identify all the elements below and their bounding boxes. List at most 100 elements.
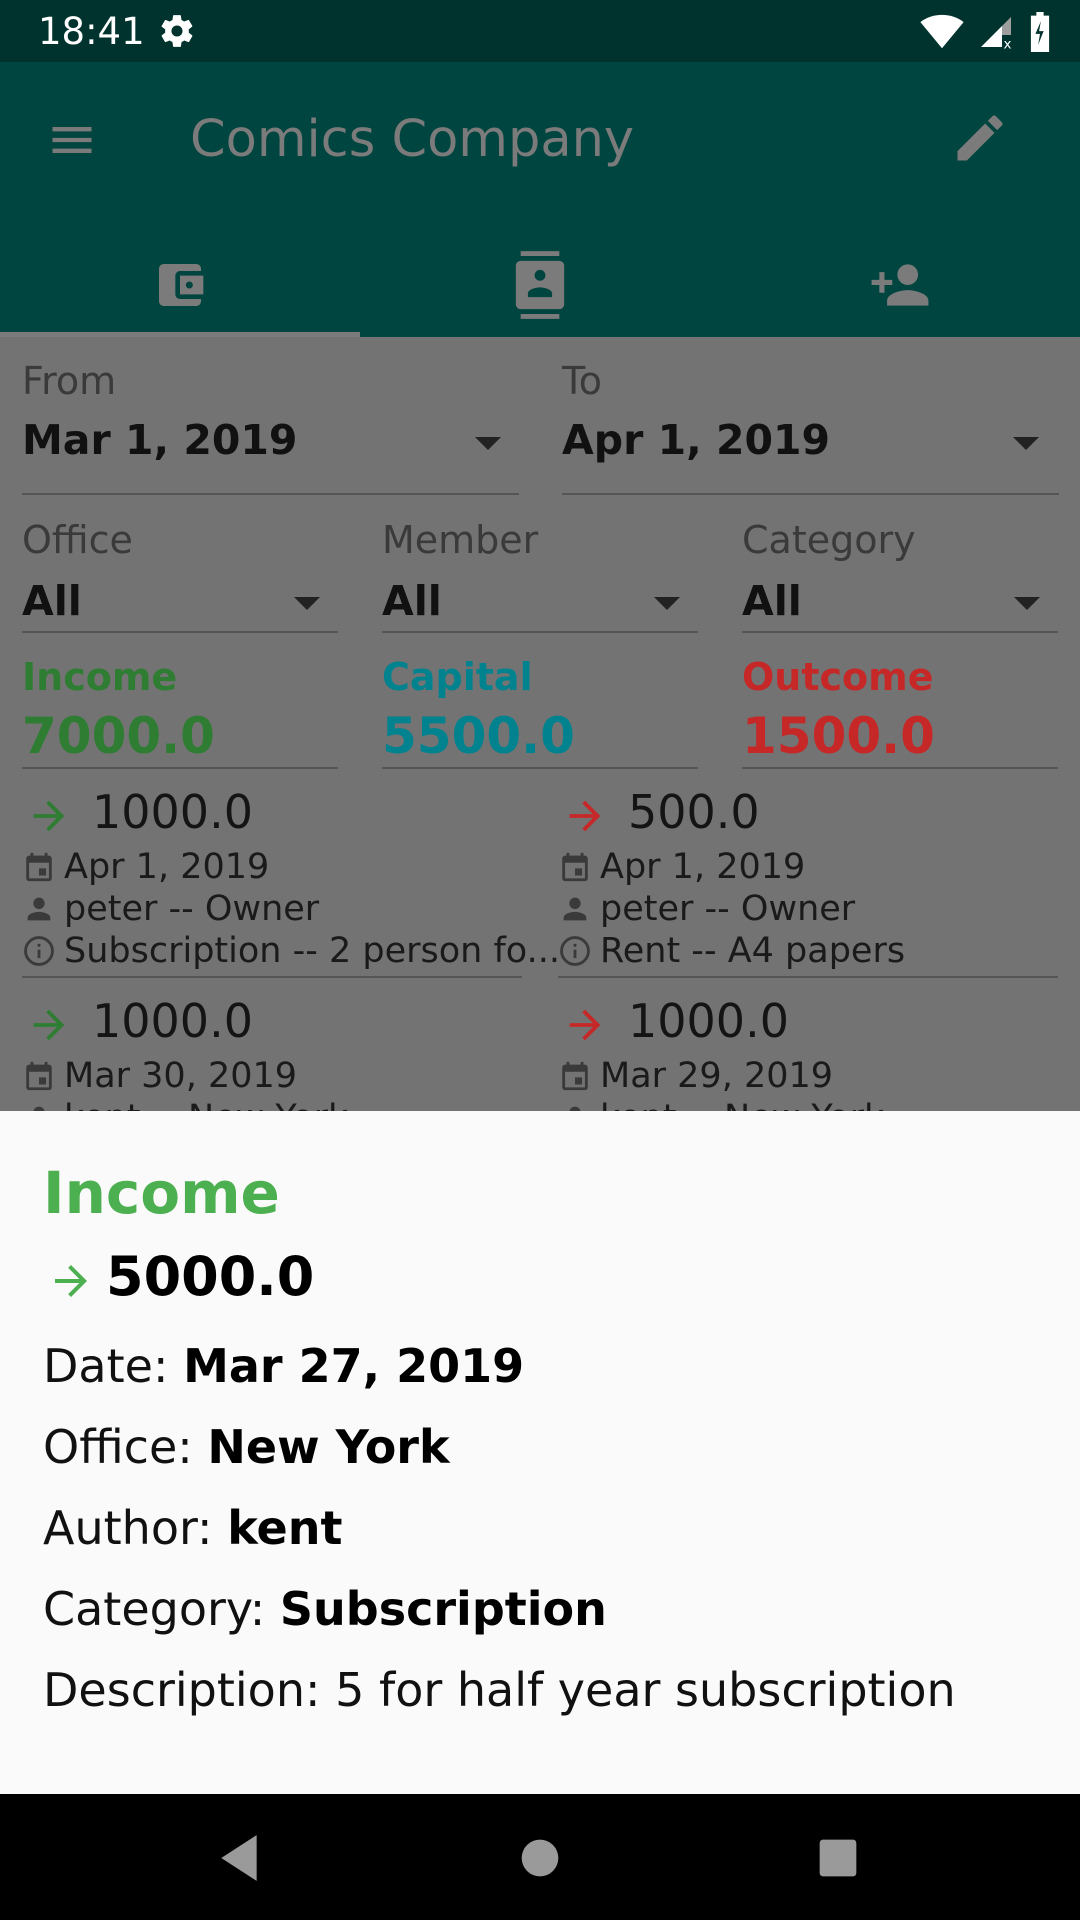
from-label: From <box>22 359 117 403</box>
transaction-detail-sheet: Income 5000.0 Date: Mar 27, 2019 Office:… <box>0 1111 1080 1794</box>
battery-charging-icon <box>1030 12 1050 52</box>
status-bar: 18:41 x <box>0 0 1080 62</box>
income-label: Income <box>22 655 178 699</box>
detail-office-value: New York <box>207 1420 450 1474</box>
income-entry[interactable]: 1000.0 Apr 1, 2019 peter -- Owner Subscr… <box>22 785 560 985</box>
income-total: 7000.0 <box>22 707 215 765</box>
from-underline <box>22 493 519 495</box>
member-value: All <box>382 577 442 625</box>
entry-date: Apr 1, 2019 <box>64 847 270 887</box>
chevron-down-icon <box>294 597 320 610</box>
status-icons: x <box>920 12 1052 52</box>
entry-person-row: peter -- Owner <box>558 889 855 929</box>
calendar-icon <box>26 852 52 882</box>
capital-label: Capital <box>382 655 533 699</box>
outcome-total: 1500.0 <box>742 707 935 765</box>
home-icon <box>521 1839 559 1877</box>
back-button[interactable] <box>210 1828 270 1888</box>
person-add-icon <box>871 263 929 306</box>
category-underline <box>742 631 1058 633</box>
detail-office-label: Office: <box>43 1420 208 1474</box>
entry-amount: 500.0 <box>628 785 760 839</box>
wifi-icon <box>920 14 964 49</box>
detail-date-value: Mar 27, 2019 <box>183 1339 525 1393</box>
outcome-entry[interactable]: 1000.0 Mar 29, 2019 kent -- New York <box>558 994 1058 1138</box>
calendar-icon <box>26 1061 52 1091</box>
from-value: Mar 1, 2019 <box>22 416 298 464</box>
chevron-down-icon <box>1013 437 1039 450</box>
entry-info: Rent -- A4 papers <box>600 931 906 971</box>
tab-add-member[interactable] <box>720 232 1080 337</box>
detail-category: Category: Subscription <box>43 1582 607 1636</box>
detail-category-value: Subscription <box>279 1582 607 1636</box>
edit-icon[interactable] <box>950 108 1010 168</box>
detail-author-value: kent <box>227 1501 343 1555</box>
arrow-right-icon <box>33 800 65 832</box>
entry-date: Apr 1, 2019 <box>600 847 806 887</box>
tab-transactions[interactable] <box>0 232 360 337</box>
chevron-down-icon <box>1014 597 1040 610</box>
detail-amount: 5000.0 <box>106 1245 315 1308</box>
income-underline <box>22 767 338 769</box>
office-underline <box>22 631 338 633</box>
info-icon <box>560 936 590 966</box>
status-time: 18:41 <box>38 10 145 53</box>
detail-category-label: Category: <box>43 1582 280 1636</box>
detail-office: Office: New York <box>43 1420 450 1474</box>
to-underline <box>562 493 1059 495</box>
detail-description-label: Description: <box>43 1663 336 1717</box>
member-underline <box>382 631 698 633</box>
entry-amount: 1000.0 <box>92 994 253 1048</box>
office-value: All <box>22 577 82 625</box>
recents-button[interactable] <box>808 1828 868 1888</box>
svg-text:x: x <box>1004 37 1012 51</box>
to-value: Apr 1, 2019 <box>562 416 831 464</box>
arrow-right-icon <box>55 1265 87 1297</box>
entry-info-row: Rent -- A4 papers <box>558 931 905 971</box>
entry-date: Mar 30, 2019 <box>64 1056 298 1096</box>
entry-person-row: peter -- Owner <box>22 889 319 929</box>
home-button[interactable] <box>510 1828 570 1888</box>
category-value: All <box>742 577 802 625</box>
menu-icon[interactable] <box>46 114 98 166</box>
navigation-bar <box>0 1794 1080 1920</box>
detail-description-value: 5 for half year subscription <box>335 1663 956 1717</box>
transactions-content: From Mar 1, 2019 To Apr 1, 2019 Office A… <box>0 337 1080 1138</box>
detail-date-label: Date: <box>43 1339 184 1393</box>
to-label: To <box>562 359 603 403</box>
office-label: Office <box>22 518 133 562</box>
entry-person: peter -- Owner <box>600 889 856 929</box>
arrow-right-icon <box>569 1009 601 1041</box>
outcome-underline <box>742 767 1058 769</box>
app-bar: Comics Company <box>0 62 1080 337</box>
entry-date-row: Mar 30, 2019 <box>22 1056 297 1096</box>
person-icon <box>563 897 587 921</box>
arrow-right-icon <box>569 800 601 832</box>
income-entry[interactable]: 1000.0 Mar 30, 2019 kent -- New York <box>22 994 522 1138</box>
entry-info-row: Subscription -- 2 person fo... <box>22 931 560 971</box>
category-label: Category <box>742 518 916 562</box>
entry-amount: 1000.0 <box>628 994 789 1048</box>
back-icon <box>221 1835 257 1881</box>
entry-date-row: Apr 1, 2019 <box>558 847 805 887</box>
arrow-right-icon <box>33 1009 65 1041</box>
detail-title: Income <box>43 1159 280 1227</box>
app-title: Comics Company <box>190 110 635 169</box>
detail-author-label: Author: <box>43 1501 228 1555</box>
signal-icon: x <box>981 17 1012 51</box>
detail-author: Author: kent <box>43 1501 342 1555</box>
settings-icon <box>161 15 193 47</box>
info-icon <box>24 936 54 966</box>
member-label: Member <box>382 518 539 562</box>
capital-total: 5500.0 <box>382 707 575 765</box>
detail-date: Date: Mar 27, 2019 <box>43 1339 524 1393</box>
chevron-down-icon <box>654 597 680 610</box>
entry-amount: 1000.0 <box>92 785 253 839</box>
tab-members[interactable] <box>360 232 720 337</box>
outcome-entry[interactable]: 500.0 Apr 1, 2019 peter -- Owner Rent --… <box>558 785 1058 985</box>
capital-underline <box>382 767 698 769</box>
person-icon <box>27 897 51 921</box>
entry-divider <box>558 976 1058 978</box>
recents-icon <box>819 1839 857 1877</box>
entry-divider <box>22 976 522 978</box>
